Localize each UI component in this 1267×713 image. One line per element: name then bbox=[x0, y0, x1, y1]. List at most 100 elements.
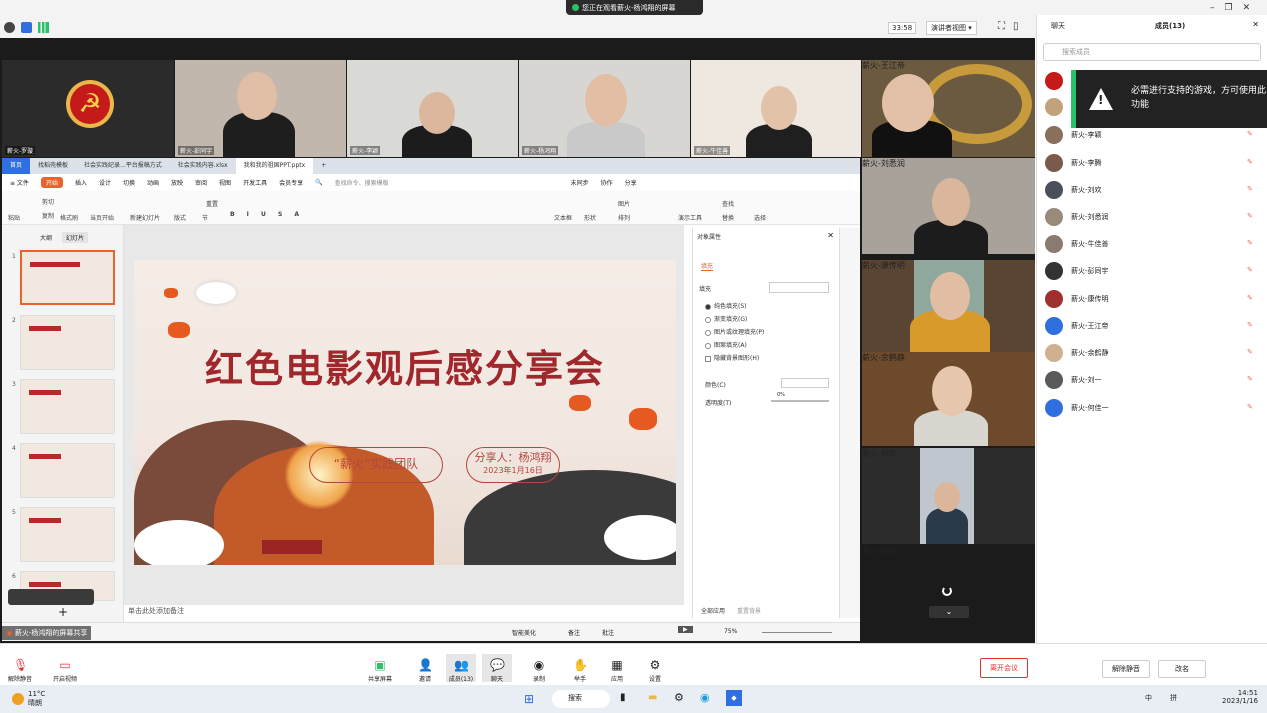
member-row[interactable]: 薪火-康传明 ✎ bbox=[1045, 289, 1265, 309]
slide-thumbnail[interactable] bbox=[20, 250, 115, 305]
menu-design[interactable]: 设计 bbox=[99, 178, 111, 187]
ime-mode[interactable]: 拼 bbox=[1170, 693, 1177, 703]
camera-button[interactable]: ▭ 开启视频 bbox=[50, 658, 80, 683]
close-icon[interactable]: ✕ bbox=[1243, 3, 1261, 13]
member-row[interactable]: 薪火-刘一 ✎ bbox=[1045, 370, 1265, 390]
video-tile-2[interactable]: 薪火-彭同宇 bbox=[175, 60, 346, 157]
settings-button[interactable]: ⚙ 设置 bbox=[640, 658, 670, 683]
select-button[interactable]: 选择 bbox=[754, 213, 766, 222]
cut-button[interactable]: 剪切 bbox=[42, 197, 54, 206]
tab-doc-record[interactable]: 社会实践纪录...平台报稿方式 bbox=[76, 158, 170, 174]
video-tile-3[interactable]: 薪火-李颖 bbox=[347, 60, 518, 157]
chat-tab[interactable]: 聊天 bbox=[1051, 21, 1065, 31]
add-slide-button[interactable]: + bbox=[58, 605, 68, 619]
tab-xlsx[interactable]: 社会实践内容.xlsx bbox=[170, 158, 236, 174]
minimize-icon[interactable]: – bbox=[1210, 3, 1225, 13]
slide-thumbnail[interactable] bbox=[20, 379, 115, 434]
current-slide[interactable]: 红色电影观后感分享会 “薪火”实践团队 分享人：杨鸿翔 2023年1月16日 bbox=[134, 260, 676, 565]
props-close-icon[interactable]: ✕ bbox=[827, 231, 834, 240]
member-row[interactable]: 薪火-刘悉润 ✎ bbox=[1045, 207, 1265, 227]
menu-view[interactable]: 视图 bbox=[219, 178, 231, 187]
member-row[interactable]: 薪火-李腾 ✎ bbox=[1045, 153, 1265, 173]
slide-thumbnail[interactable] bbox=[20, 507, 115, 562]
comments-button[interactable]: 批注 bbox=[602, 628, 614, 637]
picture-button[interactable]: 图片 bbox=[618, 199, 630, 208]
menu-slideshow[interactable]: 放映 bbox=[171, 178, 183, 187]
video-tile-1[interactable]: ☭ 薪火-罗璇 bbox=[2, 60, 174, 157]
shield-icon[interactable] bbox=[21, 21, 32, 33]
new-slide-button[interactable]: 新建幻灯片 bbox=[130, 213, 160, 222]
scroll-down-icon[interactable]: ⌄ bbox=[929, 606, 969, 618]
tab-pptx[interactable]: 我和我的祖国PPT.pptx bbox=[235, 158, 314, 174]
apply-all-button[interactable]: 全部应用 bbox=[701, 606, 725, 615]
video-tile-right-3[interactable]: 薪火-康传明 bbox=[862, 260, 1035, 352]
member-row[interactable]: 薪火-牛佳善 ✎ bbox=[1045, 234, 1265, 254]
tab-templates[interactable]: 找稻壳模板 bbox=[30, 158, 76, 174]
gear-app-icon[interactable]: ⚙ bbox=[674, 691, 684, 704]
menu-file[interactable]: ≡ 文件 bbox=[10, 178, 29, 187]
tab-home[interactable]: 首页 bbox=[2, 158, 31, 174]
member-search-input[interactable]: 搜索成员 bbox=[1043, 43, 1261, 61]
member-row[interactable]: 薪火-余鹤静 ✎ bbox=[1045, 343, 1265, 363]
fill-option[interactable]: 隐藏背景图形(H) bbox=[705, 353, 759, 362]
taskbar-search[interactable]: 搜索 bbox=[552, 690, 610, 708]
members-button[interactable]: 👥 成员(13) bbox=[446, 654, 476, 683]
folder-icon[interactable]: ▬ bbox=[648, 692, 657, 703]
video-tile-right-6[interactable]: ⌄ 薪火-李腾 bbox=[862, 546, 1035, 643]
demo-tools-button[interactable]: 演示工具 bbox=[678, 213, 702, 222]
sync-status[interactable]: 未同步 bbox=[571, 178, 589, 187]
reset-background-button[interactable]: 重置背景 bbox=[737, 606, 761, 615]
member-row[interactable]: 薪火-李颖 ✎ bbox=[1045, 125, 1265, 145]
member-row[interactable]: 薪火-刘欢 ✎ bbox=[1045, 180, 1265, 200]
taskbar-app-icon[interactable]: ▮ bbox=[620, 692, 626, 703]
menu-animation[interactable]: 动画 bbox=[147, 178, 159, 187]
menu-dev-tools[interactable]: 开发工具 bbox=[243, 178, 267, 187]
fullscreen-icon[interactable]: ⛶ bbox=[998, 21, 1013, 32]
rename-button[interactable]: 改名 bbox=[1158, 660, 1206, 678]
member-row[interactable]: 薪火-彭同宇 ✎ bbox=[1045, 261, 1265, 281]
fill-dropdown[interactable] bbox=[769, 282, 829, 293]
command-search[interactable]: 查找命令、搜索模板 bbox=[335, 178, 389, 187]
textbox-button[interactable]: 文本框 bbox=[554, 213, 572, 222]
floating-chip[interactable] bbox=[8, 589, 94, 605]
share-screen-button[interactable]: ▣ 共享屏幕 bbox=[365, 658, 395, 683]
props-tab-fill[interactable]: 填充 bbox=[701, 261, 714, 271]
member-row[interactable] bbox=[1045, 97, 1265, 117]
apps-button[interactable]: ▦ 应用 bbox=[602, 658, 632, 683]
share-button[interactable]: 分享 bbox=[625, 178, 637, 187]
menu-review[interactable]: 审阅 bbox=[195, 178, 207, 187]
member-row[interactable]: 薪火-何佳一 ✎ bbox=[1045, 398, 1265, 418]
menu-member[interactable]: 会员专享 bbox=[279, 178, 303, 187]
format-painter-button[interactable]: 格式刷 bbox=[60, 213, 78, 222]
restore-icon[interactable]: ❐ bbox=[1225, 3, 1243, 13]
unmute-all-button[interactable]: 解除静音 bbox=[1102, 660, 1150, 678]
fill-option[interactable]: 图案填充(A) bbox=[705, 340, 747, 349]
collab-button[interactable]: 协作 bbox=[601, 178, 613, 187]
notes-hint[interactable]: 单击此处添加备注 bbox=[128, 606, 184, 616]
member-row[interactable] bbox=[1045, 71, 1265, 91]
panel-close-icon[interactable]: ✕ bbox=[1252, 20, 1259, 29]
replace-button[interactable]: 替换 bbox=[722, 213, 734, 222]
new-tab-button[interactable]: + bbox=[313, 158, 334, 174]
video-tile-5[interactable]: 薪火-牛佳善 bbox=[691, 60, 861, 157]
fill-option[interactable]: 渐变填充(G) bbox=[705, 314, 747, 323]
notes-button[interactable]: 备注 bbox=[568, 628, 580, 637]
view-mode-select[interactable]: 演讲者视图 ▾ bbox=[926, 21, 977, 35]
arrange-button[interactable]: 排列 bbox=[618, 213, 630, 222]
member-row[interactable]: 薪火-王江帝 ✎ bbox=[1045, 316, 1265, 336]
signal-icon[interactable] bbox=[38, 21, 49, 33]
reset-button[interactable]: 重置 bbox=[206, 199, 218, 208]
chat-button[interactable]: 💬 聊天 bbox=[482, 654, 512, 683]
record-button[interactable]: ◉ 录制 bbox=[524, 658, 554, 683]
section-button[interactable]: 节 bbox=[202, 213, 208, 222]
find-button[interactable]: 查找 bbox=[722, 199, 734, 208]
paste-button[interactable]: 粘贴 bbox=[8, 213, 20, 222]
transparency-slider[interactable] bbox=[771, 400, 829, 402]
font-style-group[interactable]: B I U S A bbox=[230, 211, 304, 218]
shape-button[interactable]: 形状 bbox=[584, 213, 596, 222]
leave-meeting-button[interactable]: 离开会议 bbox=[980, 658, 1028, 678]
color-picker[interactable] bbox=[781, 378, 829, 388]
video-tile-right-2[interactable]: 薪火-刘悉润 bbox=[862, 158, 1035, 254]
video-tile-right-5[interactable]: 薪火-刘欢 bbox=[862, 448, 1035, 544]
ime-lang[interactable]: 中 bbox=[1145, 693, 1152, 703]
